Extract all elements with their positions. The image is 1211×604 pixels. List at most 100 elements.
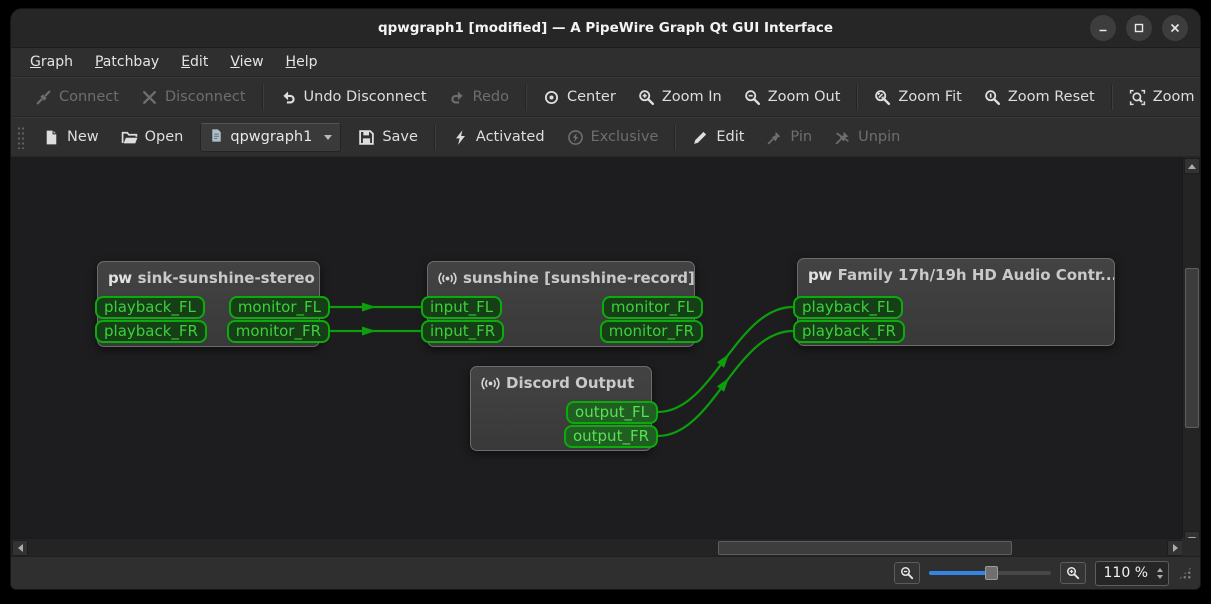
open-button[interactable]: Open	[110, 124, 195, 151]
button-label: Disconnect	[164, 89, 246, 105]
button-label: Exclusive	[590, 129, 659, 145]
button-label: Open	[144, 129, 184, 145]
edit-button[interactable]: Edit	[681, 124, 755, 151]
scroll-right-button[interactable]	[1167, 540, 1183, 556]
window-resize-grip[interactable]	[1178, 566, 1192, 580]
new-button[interactable]: New	[32, 124, 110, 151]
horizontal-scrollbar[interactable]	[11, 538, 1184, 556]
pipewire-icon: pw	[808, 266, 832, 284]
disconnect-button[interactable]: Disconnect	[130, 84, 257, 111]
chevron-down-icon	[324, 134, 333, 140]
exclusive-toggle[interactable]: Exclusive	[556, 124, 670, 151]
vertical-scrollbar-thumb[interactable]	[1185, 268, 1199, 428]
minimize-button[interactable]	[1090, 15, 1116, 41]
port-sink-monitor-fr[interactable]: monitor_FR	[226, 320, 330, 343]
patchbay-profile-select[interactable]: qpwgraph1	[200, 122, 342, 152]
statusbar-zoom-out-button[interactable]	[893, 562, 920, 584]
menu-graph[interactable]: Graph	[19, 50, 84, 74]
zoom-in-button[interactable]: Zoom In	[627, 84, 733, 111]
save-button[interactable]: Save	[347, 124, 429, 151]
zoom-in-icon	[1066, 567, 1079, 580]
disconnect-icon	[141, 89, 158, 106]
node-header: pw Family 17h/19h HD Audio Contr...	[798, 259, 1114, 284]
button-label: Activated	[475, 129, 545, 145]
toolbar-separator	[674, 124, 677, 150]
close-icon	[1170, 23, 1180, 33]
toolbar-drag-handle[interactable]	[17, 125, 25, 149]
button-label: Save	[382, 129, 418, 145]
redo-button[interactable]: Redo	[438, 84, 520, 111]
zoom-out-icon	[744, 89, 761, 106]
zoom-fit-button[interactable]: Zoom Fit	[863, 84, 972, 111]
zoom-range-button[interactable]: Zoom Range	[1118, 84, 1200, 111]
button-label: Zoom Range	[1152, 89, 1200, 105]
save-icon	[358, 129, 375, 146]
port-sunshine-monitor-fl[interactable]: monitor_FL	[601, 296, 703, 319]
wire-arrow-icon	[716, 377, 729, 392]
zoom-out-button[interactable]: Zoom Out	[733, 84, 852, 111]
menu-help[interactable]: Help	[275, 50, 329, 74]
port-sunshine-input-fl[interactable]: input_FL	[421, 296, 503, 319]
patchbay-toolbar: New Open qpwgraph1 Save Activated Exclus…	[11, 117, 1200, 157]
undo-disconnect-button[interactable]: Undo Disconnect	[269, 84, 438, 111]
scroll-left-button[interactable]	[12, 540, 28, 556]
port-sink-playback-fl[interactable]: playback_FL	[95, 296, 205, 319]
window-controls	[1090, 15, 1188, 41]
toolbar-separator	[525, 84, 527, 110]
graph-toolbar: Connect Disconnect Undo Disconnect Redo …	[11, 77, 1200, 117]
connect-icon	[35, 89, 52, 106]
zoom-in-icon	[638, 89, 655, 106]
menu-bar: Graph Patchbay Edit View Help	[11, 48, 1200, 77]
spin-down-icon[interactable]	[1157, 574, 1163, 579]
node-header: pw sink-sunshine-stereo	[98, 262, 319, 287]
port-sunshine-monitor-fr[interactable]: monitor_FR	[599, 320, 703, 343]
zoom-slider[interactable]	[928, 565, 1051, 581]
port-family-playback-fr[interactable]: playback_FR	[793, 320, 905, 343]
unpin-button[interactable]: Unpin	[823, 124, 911, 151]
menu-view[interactable]: View	[219, 50, 274, 74]
zoom-out-icon	[900, 567, 913, 580]
zoom-reset-button[interactable]: Zoom Reset	[973, 84, 1106, 111]
spin-arrows	[1154, 567, 1166, 579]
scroll-up-button[interactable]	[1184, 158, 1200, 174]
maximize-icon	[1134, 23, 1144, 33]
connect-button[interactable]: Connect	[24, 84, 130, 111]
selected-profile: qpwgraph1	[230, 129, 313, 145]
node-title: Discord Output	[506, 374, 635, 392]
window-title: qpwgraph1 [modified] — A PipeWire Graph …	[377, 20, 834, 36]
port-sunshine-input-fr[interactable]: input_FR	[421, 320, 505, 343]
vertical-scrollbar[interactable]	[1182, 157, 1200, 548]
port-sink-monitor-fl[interactable]: monitor_FL	[228, 296, 330, 319]
button-label: Redo	[472, 89, 509, 105]
title-bar[interactable]: qpwgraph1 [modified] — A PipeWire Graph …	[11, 9, 1200, 48]
graph-canvas[interactable]: pw sink-sunshine-stereo playback_FL play…	[11, 157, 1184, 548]
zoom-percent-spinbox[interactable]: 110 %	[1094, 560, 1169, 586]
spin-up-icon[interactable]	[1157, 567, 1163, 572]
zoom-slider-handle[interactable]	[984, 566, 998, 580]
pin-button[interactable]: Pin	[755, 124, 823, 151]
close-button[interactable]	[1162, 15, 1188, 41]
horizontal-scrollbar-thumb[interactable]	[718, 541, 1012, 555]
port-discord-output-fr[interactable]: output_FR	[563, 425, 658, 448]
arrow-right-icon	[1172, 544, 1178, 552]
toolbar-separator	[856, 84, 859, 110]
node-header: Discord Output	[471, 367, 651, 392]
wire-arrow-icon	[716, 353, 729, 368]
button-label: Zoom Out	[767, 89, 841, 105]
port-sink-playback-fr[interactable]: playback_FR	[95, 320, 207, 343]
center-button[interactable]: Center	[532, 84, 627, 111]
menu-edit[interactable]: Edit	[170, 50, 219, 74]
toolbar-separator	[1110, 84, 1113, 110]
maximize-button[interactable]	[1126, 15, 1152, 41]
statusbar-zoom-in-button[interactable]	[1059, 562, 1086, 584]
zoom-percent-value: 110 %	[1103, 565, 1148, 581]
menu-patchbay[interactable]: Patchbay	[84, 50, 170, 74]
button-label: Zoom Fit	[898, 89, 962, 105]
button-label: Unpin	[858, 129, 901, 145]
exclusive-lightning-icon	[567, 129, 584, 146]
node-title: Family 17h/19h HD Audio Contr...	[837, 266, 1114, 284]
new-file-icon	[43, 129, 60, 146]
activated-toggle[interactable]: Activated	[441, 124, 556, 151]
port-discord-output-fl[interactable]: output_FL	[566, 401, 658, 424]
port-family-playback-fl[interactable]: playback_FL	[793, 296, 903, 319]
